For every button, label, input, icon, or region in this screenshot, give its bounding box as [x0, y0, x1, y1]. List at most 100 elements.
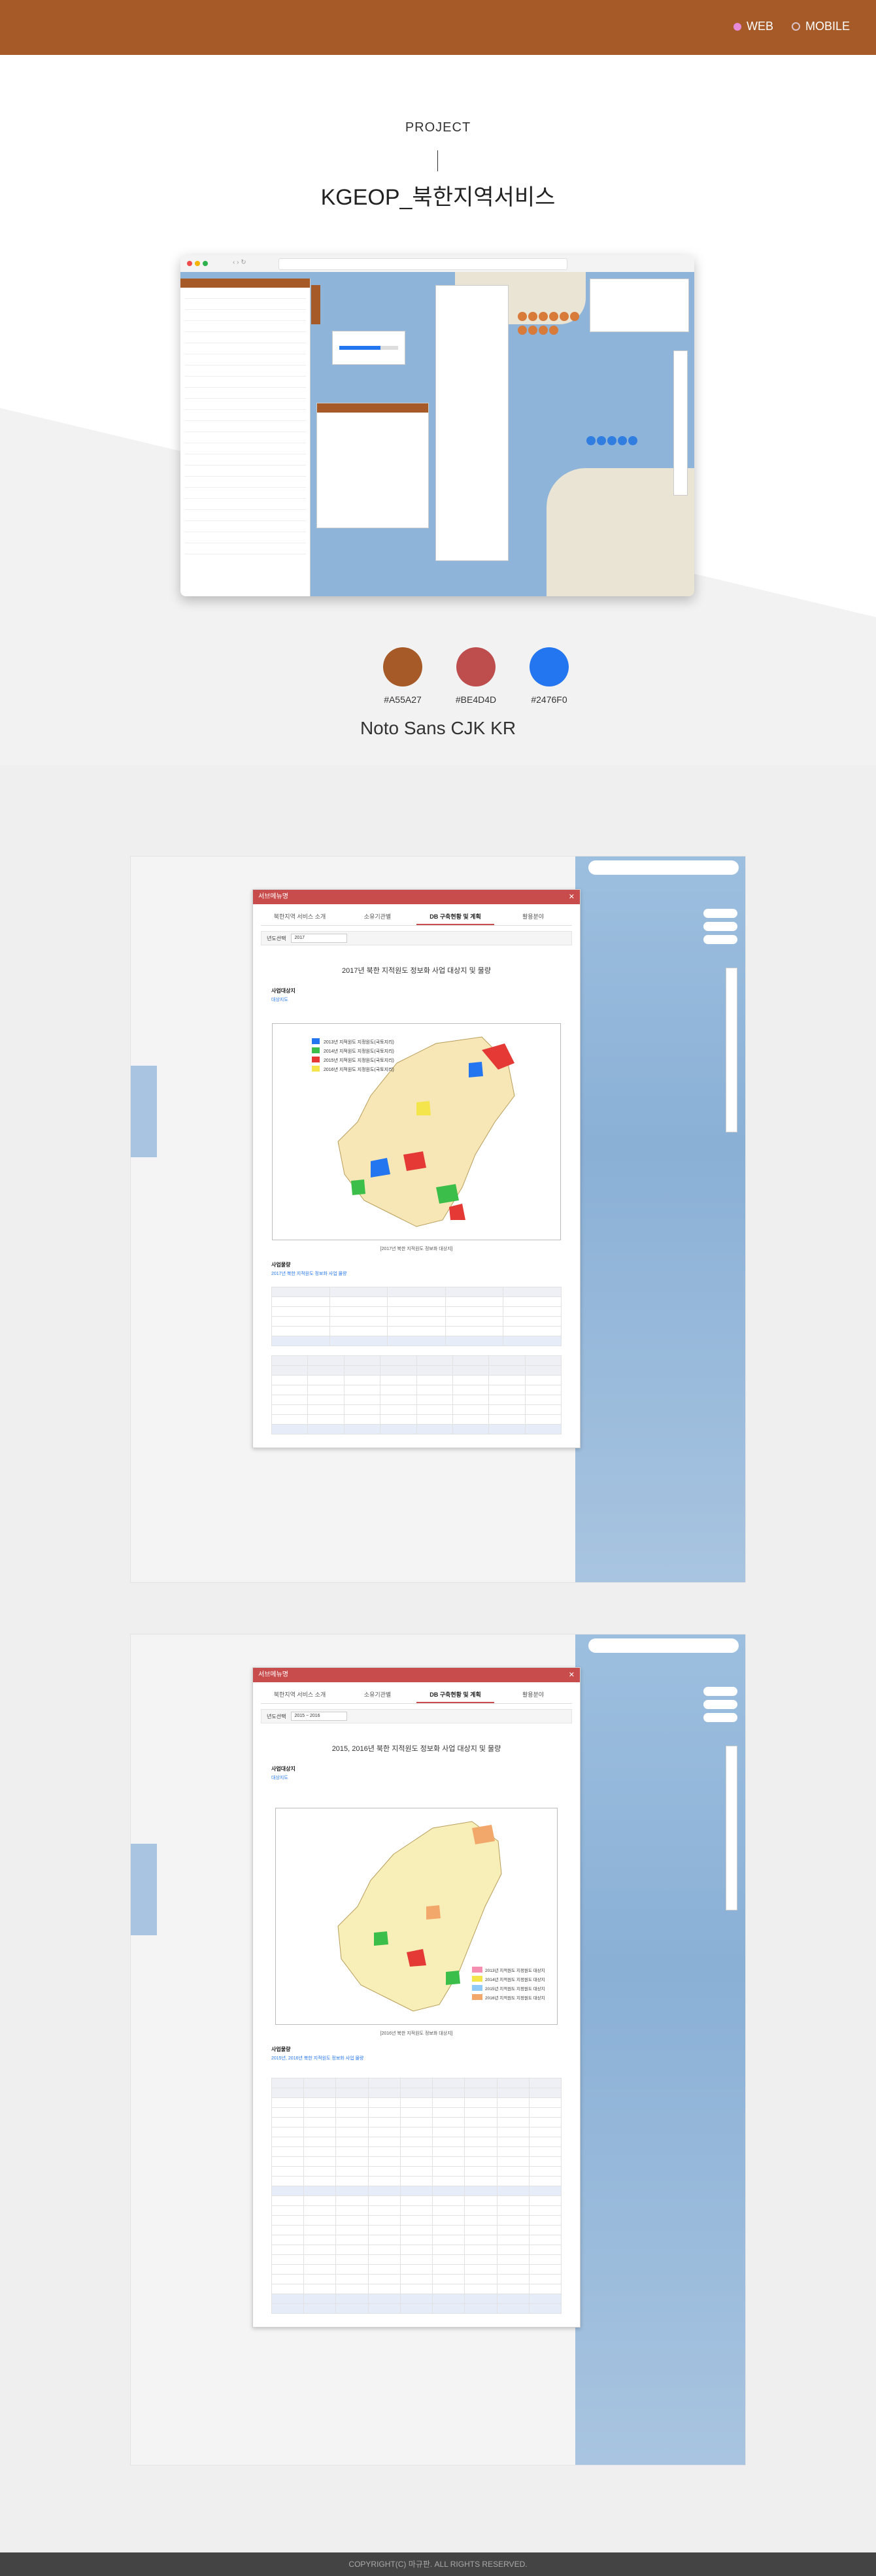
side-panel-row: [184, 534, 306, 543]
map-background: [575, 856, 745, 1582]
progress-popup: [332, 331, 405, 365]
side-panel-row: [184, 312, 306, 321]
info-dialog: 서브메뉴명 ✕ 북한지역 서비스 소개 소유기관별 DB 구축현황 및 계획 활…: [252, 1667, 581, 2328]
dialog-title: 서브메뉴명: [258, 1671, 288, 1678]
year-select[interactable]: 2017: [291, 934, 348, 943]
swatch-label: #A55A27: [384, 694, 422, 705]
nk-map-image: 2013년 지적원도 지정원도(국토지리) 2014년 지적원도 지정원도(국토…: [312, 1036, 515, 1227]
side-panel-row: [184, 390, 306, 399]
side-panel-row: [184, 523, 306, 532]
description-line: [271, 1782, 562, 1788]
font-name: Noto Sans CJK KR: [360, 718, 516, 738]
swatch-color: [383, 647, 422, 686]
quantity-table-detail: [271, 1355, 562, 1434]
quantity-table-detail: [271, 2078, 562, 2314]
map-background: [575, 1635, 745, 2465]
side-panel-row: [184, 501, 306, 510]
tab-usage[interactable]: 활용분야: [494, 908, 572, 925]
map-control-pill[interactable]: [703, 1713, 737, 1722]
side-panel-header: [180, 279, 310, 288]
description-line: [271, 1004, 562, 1010]
tab-db-status[interactable]: DB 구축현황 및 계획: [416, 908, 494, 925]
top-map-widget: [588, 860, 739, 875]
nav-mobile[interactable]: MOBILE: [791, 20, 850, 33]
divider-line: [437, 150, 438, 171]
color-palette: #A55A27 #BE4D4D #2476F0: [0, 647, 876, 713]
browser-toolbar: ‹ › ↻: [180, 255, 694, 273]
section-heading: 사업대상지: [271, 988, 295, 994]
section-subheading: 대상지도: [271, 1776, 288, 1780]
map-caption: [2016년 북한 지적원도 정보화 대상지]: [380, 2031, 453, 2036]
nav-web[interactable]: WEB: [733, 20, 773, 33]
section-heading: 사업대상지: [271, 1766, 295, 1772]
map-control-pill[interactable]: [703, 909, 737, 918]
legend-item: 2016년 지적원도 지정원도(국토지리): [324, 1066, 394, 1072]
close-icon[interactable]: ✕: [569, 890, 575, 904]
top-map-widget: [588, 1638, 739, 1653]
top-right-panel: [590, 279, 689, 332]
year-filter: 년도선택 2017: [261, 931, 572, 945]
map-strip: [131, 1844, 157, 1935]
tab-intro[interactable]: 북한지역 서비스 소개: [261, 908, 339, 925]
tab-owner[interactable]: 소유기관별: [339, 1686, 416, 1703]
side-panel-row: [184, 345, 306, 354]
legend-item: 2014년 지적원도 지정원도 대상지: [485, 1976, 545, 1982]
description-line: [271, 1795, 562, 1801]
legend-item: 2013년 지적원도 지정원도 대상지: [485, 1967, 545, 1973]
side-panel-row: [184, 323, 306, 332]
mini-dialog: [316, 403, 429, 528]
zoom-toolbar: [726, 1746, 737, 1910]
swatch-label: #2476F0: [531, 694, 567, 705]
nav-web-label: WEB: [746, 20, 773, 33]
map-control-pill[interactable]: [703, 922, 737, 931]
legend-item: 2016년 지적원도 지정원도 대상지: [485, 1995, 545, 2001]
side-panel-row: [184, 290, 306, 299]
side-panel-row: [184, 412, 306, 421]
dialog-header: 서브메뉴명 ✕: [253, 890, 580, 904]
footer: COPYRIGHT(C) 마규판. ALL RIGHTS RESERVED.: [0, 2552, 876, 2576]
map-control-pill[interactable]: [703, 1687, 737, 1696]
swatch-color: [530, 647, 569, 686]
side-panel-row: [184, 401, 306, 410]
side-panel-row: [184, 301, 306, 310]
map-control-pill[interactable]: [703, 935, 737, 944]
map-control-pill[interactable]: [703, 1700, 737, 1709]
section-subheading: 2017년 북한 지적원도 정보화 사업 물량: [271, 1272, 347, 1276]
side-panel-row: [184, 356, 306, 365]
swatch: #BE4D4D: [443, 647, 509, 705]
layer-side-panel: [180, 279, 311, 596]
maximize-dot-icon: [203, 261, 208, 266]
filter-label: 년도선택: [267, 1713, 286, 1720]
description-line: [271, 2069, 562, 2075]
description-line: [271, 1011, 562, 1017]
legend-item: 2013년 지적원도 지정원도(국토지리): [324, 1039, 394, 1045]
side-panel-row: [184, 456, 306, 466]
panel-toggle-tab: [311, 285, 320, 324]
side-panel-row: [184, 479, 306, 488]
legend-item: 2015년 지적원도 지정원도(국토지리): [324, 1057, 394, 1063]
tab-intro[interactable]: 북한지역 서비스 소개: [261, 1686, 339, 1703]
zoom-toolbar: [673, 350, 688, 496]
description-line: [271, 1789, 562, 1795]
project-title: KGEOP_북한지역서비스: [320, 185, 556, 210]
tab-owner[interactable]: 소유기관별: [339, 908, 416, 925]
close-dot-icon: [187, 261, 192, 266]
map-strip: [131, 1066, 157, 1157]
side-panel-row: [184, 445, 306, 454]
doc-title: 2017년 북한 지적원도 정보화 사업 대상지 및 물량: [341, 967, 492, 975]
screen-section-1: 서브메뉴명 ✕ 북한지역 서비스 소개 소유기관별 DB 구축현황 및 계획 활…: [0, 765, 876, 1635]
close-icon[interactable]: ✕: [569, 1668, 575, 1682]
legend-item: 2014년 지적원도 지정원도(국토지리): [324, 1048, 394, 1054]
active-dot-icon: [733, 22, 741, 31]
map-app-screenshot: [180, 272, 694, 596]
year-select[interactable]: 2015 ~ 2016: [291, 1712, 348, 1721]
swatch: #2476F0: [516, 647, 582, 705]
tab-usage[interactable]: 활용분야: [494, 1686, 572, 1703]
year-filter: 년도선택 2015 ~ 2016: [261, 1709, 572, 1723]
dialog-header: 서브메뉴명 ✕: [253, 1668, 580, 1682]
screen-section-2: 서브메뉴명 ✕ 북한지역 서비스 소개 소유기관별 DB 구축현황 및 계획 활…: [0, 1635, 876, 2552]
tab-db-status[interactable]: DB 구축현황 및 계획: [416, 1686, 494, 1703]
section-heading: 사업물량: [271, 1262, 291, 1268]
swatch: #A55A27: [370, 647, 435, 705]
description-line: [271, 2063, 562, 2069]
